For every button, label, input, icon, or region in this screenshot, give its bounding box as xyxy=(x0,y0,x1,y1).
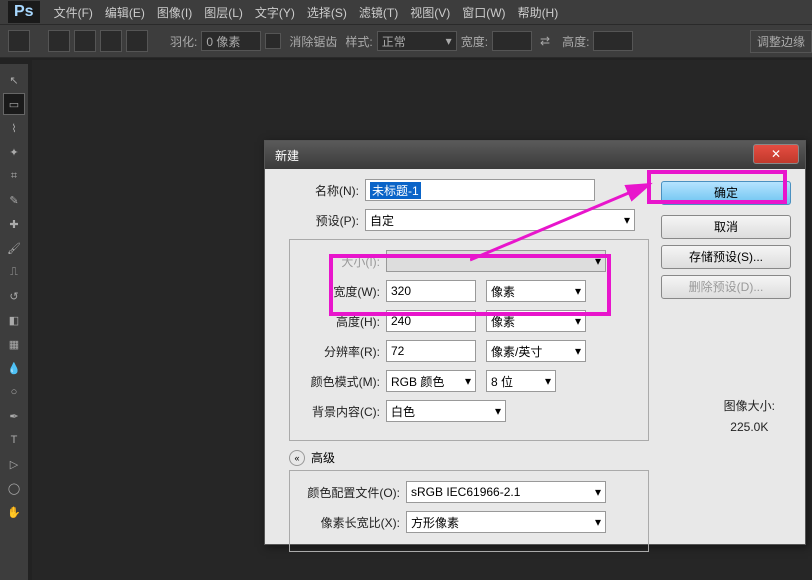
add-selection-icon[interactable] xyxy=(74,30,96,52)
feather-input[interactable] xyxy=(201,31,261,51)
delete-preset-button: 删除预设(D)... xyxy=(661,275,791,299)
height-dlg-input[interactable] xyxy=(386,310,476,332)
app-logo: Ps xyxy=(8,1,40,23)
dialog-titlebar[interactable]: 新建 ✕ xyxy=(265,141,805,169)
height-input[interactable] xyxy=(593,31,633,51)
blur-tool[interactable]: 💧 xyxy=(3,357,25,379)
cancel-button[interactable]: 取消 xyxy=(661,215,791,239)
menu-file[interactable]: 文件(F) xyxy=(48,4,99,21)
brush-tool[interactable]: 🖌 xyxy=(3,237,25,259)
antialias-label: 消除锯齿 xyxy=(289,33,337,50)
height-dlg-label: 高度(H): xyxy=(290,313,380,330)
eraser-tool[interactable]: ◧ xyxy=(3,309,25,331)
preset-select[interactable]: 自定 xyxy=(365,209,635,231)
menu-image[interactable]: 图像(I) xyxy=(151,4,198,21)
ok-button[interactable]: 确定 xyxy=(661,181,791,205)
height-unit-select[interactable]: 像素 xyxy=(486,310,586,332)
close-button[interactable]: ✕ xyxy=(753,144,799,164)
new-selection-icon[interactable] xyxy=(48,30,70,52)
res-unit-select[interactable]: 像素/英寸 xyxy=(486,340,586,362)
wand-tool[interactable]: ✦ xyxy=(3,141,25,163)
bg-select[interactable]: 白色 xyxy=(386,400,506,422)
healing-tool[interactable]: ✚ xyxy=(3,213,25,235)
res-input[interactable] xyxy=(386,340,476,362)
size-select xyxy=(386,250,606,272)
menu-edit[interactable]: 编辑(E) xyxy=(99,4,151,21)
stamp-tool[interactable]: ⎍ xyxy=(3,261,25,283)
eyedropper-tool[interactable]: ✎ xyxy=(3,189,25,211)
image-size-display: 图像大小: 225.0K xyxy=(724,397,775,440)
size-label: 大小(I): xyxy=(290,253,380,270)
advanced-toggle[interactable]: « xyxy=(289,450,305,466)
dodge-tool[interactable]: ○ xyxy=(3,381,25,403)
menu-type[interactable]: 文字(Y) xyxy=(249,4,301,21)
advanced-label: 高级 xyxy=(311,449,335,466)
save-preset-button[interactable]: 存储预设(S)... xyxy=(661,245,791,269)
shape-tool[interactable]: ◯ xyxy=(3,477,25,499)
width-dlg-input[interactable] xyxy=(386,280,476,302)
mode-select[interactable]: RGB 颜色 xyxy=(386,370,476,392)
profile-label: 颜色配置文件(O): xyxy=(290,484,400,501)
name-label: 名称(N): xyxy=(299,182,359,199)
width-unit-select[interactable]: 像素 xyxy=(486,280,586,302)
crop-tool[interactable]: ⌗ xyxy=(3,165,25,187)
aspect-select[interactable]: 方形像素 xyxy=(406,511,606,533)
menu-filter[interactable]: 滤镜(T) xyxy=(353,4,404,21)
width-label: 宽度: xyxy=(461,33,488,50)
type-tool[interactable]: T xyxy=(3,429,25,451)
subtract-selection-icon[interactable] xyxy=(100,30,122,52)
aspect-label: 像素长宽比(X): xyxy=(290,514,400,531)
mode-label: 颜色模式(M): xyxy=(290,373,380,390)
move-tool[interactable]: ↖ xyxy=(3,69,25,91)
antialias-checkbox[interactable] xyxy=(265,33,281,49)
path-select-tool[interactable]: ▷ xyxy=(3,453,25,475)
style-label: 样式: xyxy=(345,33,372,50)
toolbar: ↖ ▭ ⌇ ✦ ⌗ ✎ ✚ 🖌 ⎍ ↺ ◧ ▦ 💧 ○ ✒ T ▷ ◯ ✋ xyxy=(0,64,28,580)
gradient-tool[interactable]: ▦ xyxy=(3,333,25,355)
intersect-selection-icon[interactable] xyxy=(126,30,148,52)
width-input[interactable] xyxy=(492,31,532,51)
width-dlg-label: 宽度(W): xyxy=(290,283,380,300)
dialog-title: 新建 xyxy=(275,147,299,164)
style-select[interactable]: 正常▾ xyxy=(377,31,457,51)
lasso-tool[interactable]: ⌇ xyxy=(3,117,25,139)
res-label: 分辨率(R): xyxy=(290,343,380,360)
menu-select[interactable]: 选择(S) xyxy=(301,4,353,21)
menu-bar: Ps 文件(F) 编辑(E) 图像(I) 图层(L) 文字(Y) 选择(S) 滤… xyxy=(0,0,812,24)
marquee-tool[interactable]: ▭ xyxy=(3,93,25,115)
pen-tool[interactable]: ✒ xyxy=(3,405,25,427)
feather-label: 羽化: xyxy=(170,33,197,50)
marquee-indicator-icon[interactable] xyxy=(8,30,30,52)
hand-tool[interactable]: ✋ xyxy=(3,501,25,523)
refine-edge-button[interactable]: 调整边缘 xyxy=(750,30,812,53)
preset-label: 预设(P): xyxy=(289,212,359,229)
menu-layer[interactable]: 图层(L) xyxy=(198,4,249,21)
mode-bits-select[interactable]: 8 位 xyxy=(486,370,556,392)
menu-window[interactable]: 窗口(W) xyxy=(456,4,511,21)
height-label: 高度: xyxy=(562,33,589,50)
new-document-dialog: 新建 ✕ 名称(N): 未标题-1 预设(P): 自定 大小(I): 宽度(W)… xyxy=(264,140,806,545)
options-bar: 羽化: 消除锯齿 样式: 正常▾ 宽度: ⇄ 高度: 调整边缘 xyxy=(0,24,812,58)
profile-select[interactable]: sRGB IEC61966-2.1 xyxy=(406,481,606,503)
menu-view[interactable]: 视图(V) xyxy=(404,4,456,21)
menu-help[interactable]: 帮助(H) xyxy=(512,4,565,21)
history-brush-tool[interactable]: ↺ xyxy=(3,285,25,307)
bg-label: 背景内容(C): xyxy=(290,403,380,420)
name-input[interactable]: 未标题-1 xyxy=(365,179,595,201)
